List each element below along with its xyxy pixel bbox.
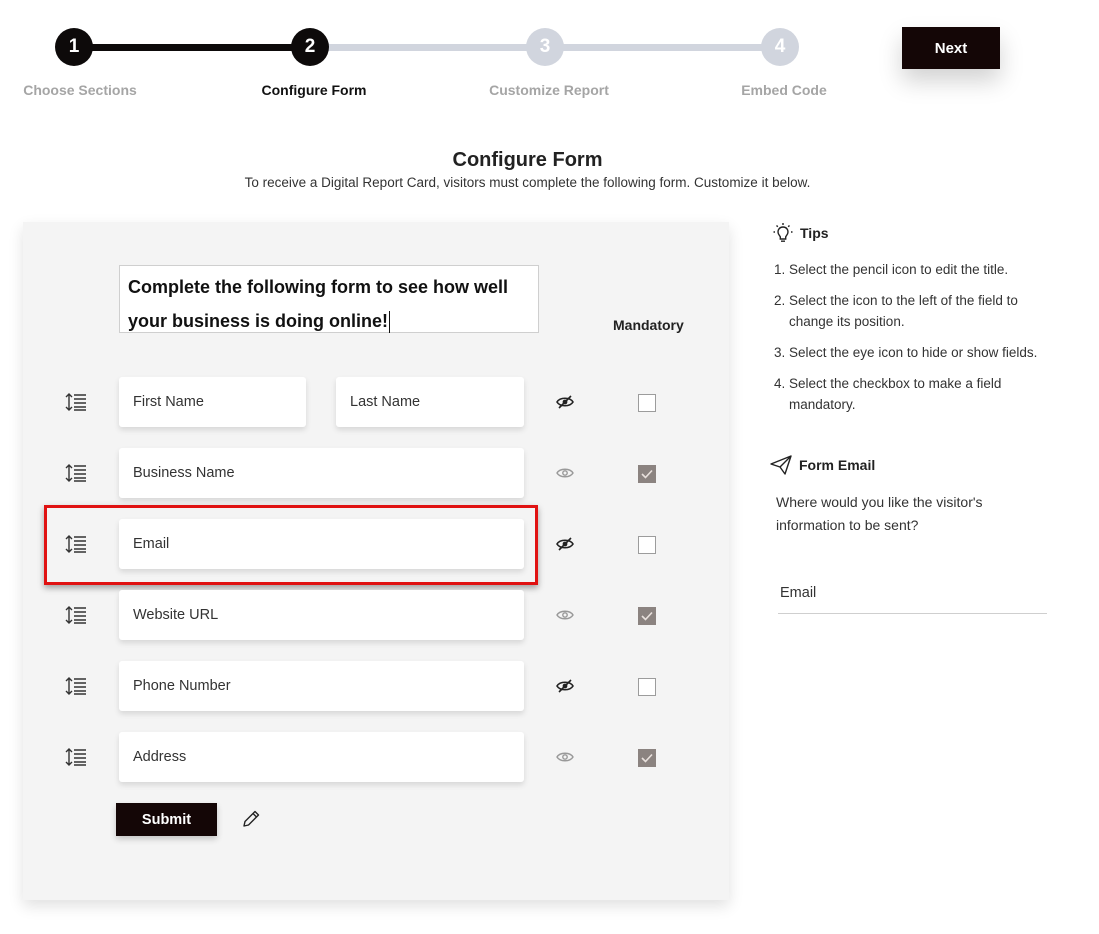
eye-slash-icon[interactable] bbox=[556, 679, 574, 693]
mandatory-checkbox-email[interactable] bbox=[638, 536, 656, 554]
pencil-icon[interactable] bbox=[241, 809, 261, 829]
drag-handle-icon[interactable] bbox=[65, 676, 87, 696]
field-email[interactable]: Email bbox=[119, 519, 524, 569]
field-business-name[interactable]: Business Name bbox=[119, 448, 524, 498]
lightbulb-icon bbox=[773, 223, 793, 242]
eye-icon[interactable] bbox=[556, 750, 574, 764]
form-title-box[interactable]: Complete the following form to see how w… bbox=[119, 265, 539, 334]
step-2-label[interactable]: Configure Form bbox=[224, 82, 404, 98]
step-connector-3-4 bbox=[545, 44, 780, 51]
checkmark-icon bbox=[641, 753, 653, 763]
form-email-input[interactable] bbox=[778, 572, 1047, 614]
checkmark-icon bbox=[641, 469, 653, 479]
field-address[interactable]: Address bbox=[119, 732, 524, 782]
mandatory-checkbox-name[interactable] bbox=[638, 394, 656, 412]
form-email-title: Form Email bbox=[799, 457, 876, 473]
mandatory-checkbox-phone-number[interactable] bbox=[638, 678, 656, 696]
drag-handle-icon[interactable] bbox=[65, 463, 87, 483]
step-3-label[interactable]: Customize Report bbox=[459, 82, 639, 98]
submit-button[interactable]: Submit bbox=[116, 803, 217, 836]
mandatory-checkbox-address[interactable] bbox=[638, 749, 656, 767]
mandatory-checkbox-website-url[interactable] bbox=[638, 607, 656, 625]
drag-handle-icon[interactable] bbox=[65, 747, 87, 767]
drag-handle-icon[interactable] bbox=[65, 534, 87, 554]
page-title: Configure Form bbox=[452, 149, 603, 171]
eye-icon[interactable] bbox=[556, 466, 574, 480]
drag-handle-icon[interactable] bbox=[65, 392, 87, 412]
progress-stepper: 1 2 3 4 Choose Sections Configure Form C… bbox=[0, 0, 1099, 110]
eye-slash-icon[interactable] bbox=[556, 395, 574, 409]
tip-item: 4. Select the checkbox to make a field m… bbox=[774, 376, 1002, 412]
form-title-line-2: your business is doing online! bbox=[128, 311, 389, 331]
field-phone-number[interactable]: Phone Number bbox=[119, 661, 524, 711]
form-title-line-1: Complete the following form to see how w… bbox=[128, 277, 509, 297]
step-3-circle[interactable]: 3 bbox=[526, 28, 564, 66]
tip-item: 3. Select the eye icon to hide or show f… bbox=[774, 345, 1038, 360]
step-connector-2-3 bbox=[310, 44, 546, 51]
checkmark-icon bbox=[641, 611, 653, 621]
step-4-label[interactable]: Embed Code bbox=[694, 82, 874, 98]
tips-header: Tips bbox=[772, 222, 829, 244]
mandatory-column-label: Mandatory bbox=[613, 317, 684, 333]
text-caret bbox=[389, 311, 391, 334]
step-1-circle[interactable]: 1 bbox=[55, 28, 93, 66]
eye-icon[interactable] bbox=[556, 608, 574, 622]
next-button[interactable]: Next bbox=[902, 27, 1000, 69]
form-email-header: Form Email bbox=[770, 455, 875, 475]
tips-title: Tips bbox=[800, 225, 829, 241]
field-website-url[interactable]: Website URL bbox=[119, 590, 524, 640]
page-subtitle: To receive a Digital Report Card, visito… bbox=[244, 175, 811, 190]
form-preview-panel: Complete the following form to see how w… bbox=[23, 222, 729, 900]
tip-item: 1. Select the pencil icon to edit the ti… bbox=[774, 262, 1009, 277]
drag-handle-icon[interactable] bbox=[65, 605, 87, 625]
mandatory-checkbox-business-name[interactable] bbox=[638, 465, 656, 483]
step-4-circle[interactable]: 4 bbox=[761, 28, 799, 66]
tips-list: 1. Select the pencil icon to edit the ti… bbox=[774, 259, 1064, 425]
step-connector-1-2 bbox=[74, 44, 310, 51]
step-1-label[interactable]: Choose Sections bbox=[0, 82, 170, 98]
form-email-question: Where would you like the visitor's infor… bbox=[776, 494, 983, 533]
field-last-name[interactable]: Last Name bbox=[336, 377, 524, 427]
field-first-name[interactable]: First Name bbox=[119, 377, 306, 427]
step-2-circle[interactable]: 2 bbox=[291, 28, 329, 66]
eye-slash-icon[interactable] bbox=[556, 537, 574, 551]
tip-item: 2. Select the icon to the left of the fi… bbox=[774, 293, 1018, 329]
paper-plane-icon bbox=[770, 455, 792, 475]
